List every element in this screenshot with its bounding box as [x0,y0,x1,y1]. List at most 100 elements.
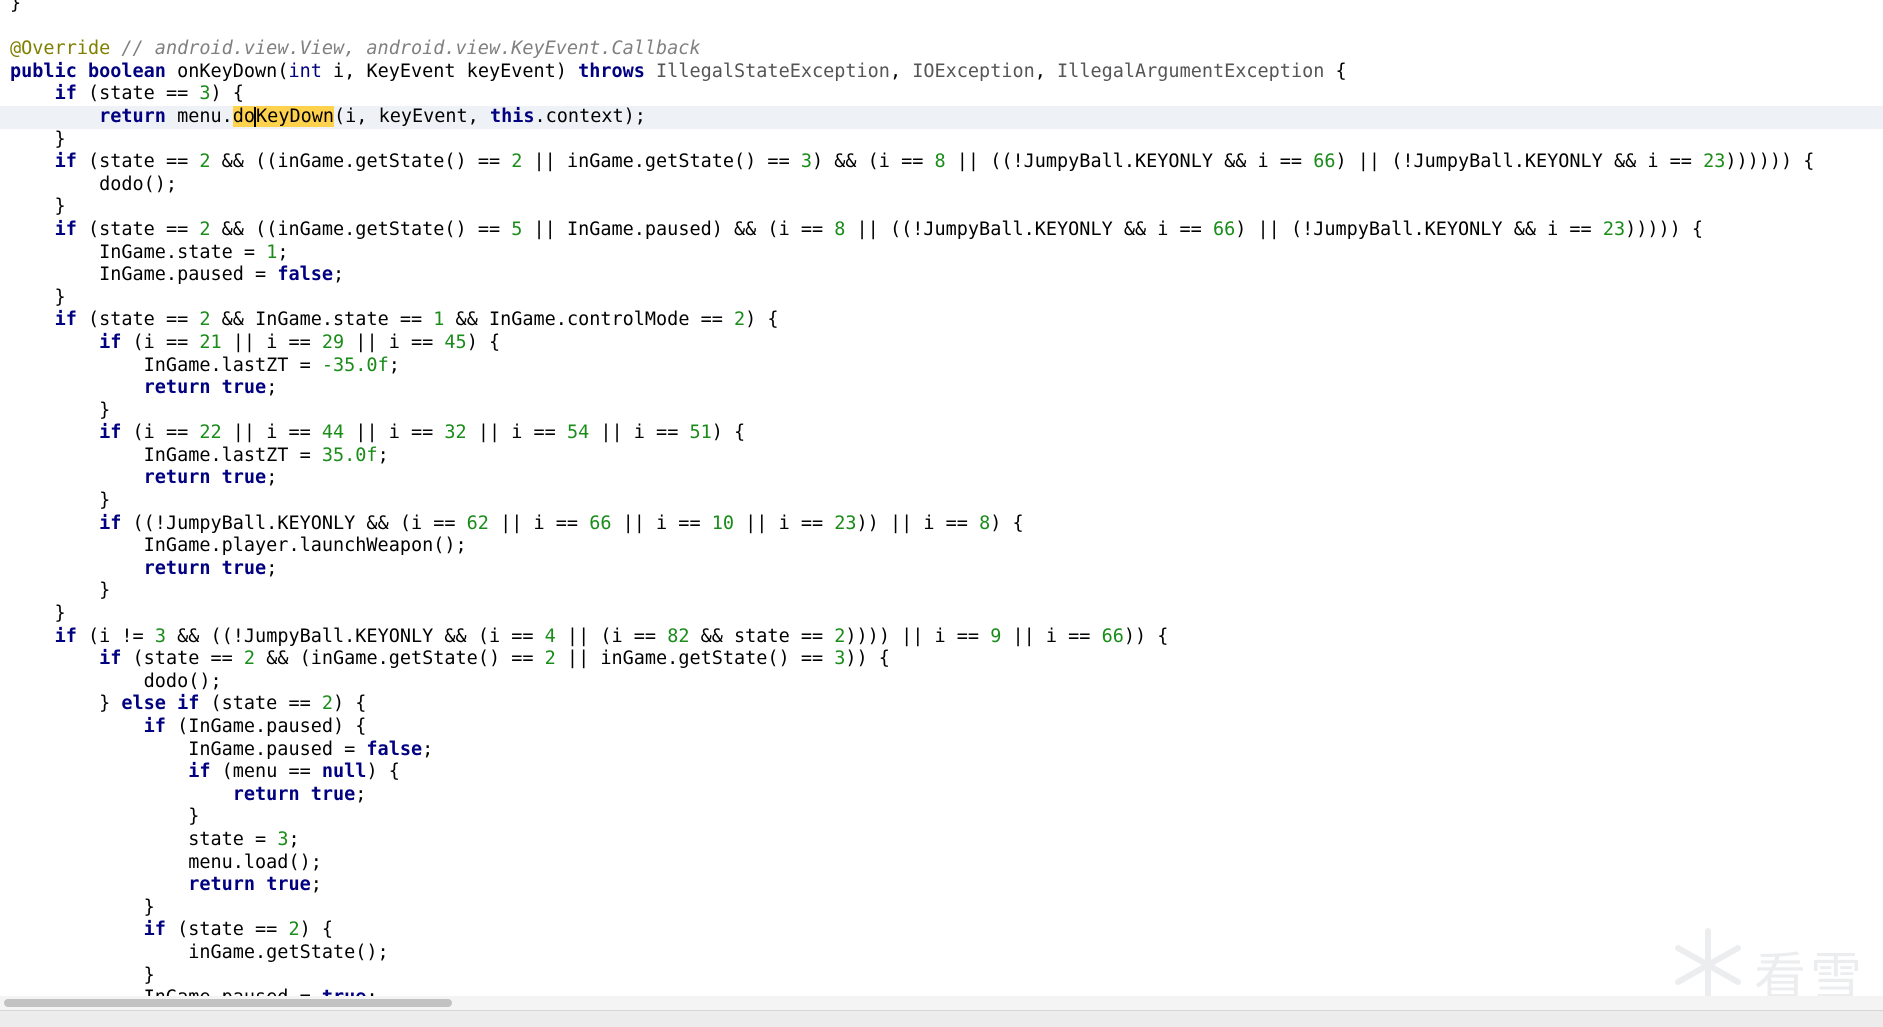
code-token: InGame.lastZT = [10,354,322,376]
code-line[interactable]: dodo(); [0,671,1883,694]
code-token: 2 [834,625,846,647]
code-line[interactable]: inGame.getState(); [0,942,1883,965]
code-line[interactable]: @Override // android.view.View, android.… [0,38,1883,61]
code-token: 5 [511,218,523,240]
code-line[interactable]: if (state == 2 && ((inGame.getState() ==… [0,219,1883,242]
code-token: 54 [566,422,590,444]
code-token: true [266,874,311,896]
code-line[interactable]: } [0,603,1883,626]
code-token: (state == [121,648,244,670]
code-line[interactable]: } [0,580,1883,603]
code-token: 66 [1101,625,1124,647]
code-token: && state == [689,625,835,647]
code-line[interactable]: return true; [0,377,1883,400]
highlighted-identifier: KeyDown [256,105,335,127]
code-line[interactable]: } [0,806,1883,829]
code-line[interactable]: if ((!JumpyBall.KEYONLY && (i == 62 || i… [0,513,1883,536]
code-token: return [188,874,256,896]
code-token: 51 [689,422,712,444]
code-token: (state == [76,218,200,240]
code-line[interactable]: } [0,490,1883,513]
code-line[interactable]: public boolean onKeyDown(int i, KeyEvent… [0,61,1883,84]
code-token: 2 [734,309,746,331]
code-line[interactable]: } [0,129,1883,152]
code-token: || i == [488,512,590,534]
code-token: ; [333,264,345,286]
code-line[interactable]: return true; [0,467,1883,490]
code-token: ) { [299,919,334,941]
code-editor[interactable]: } @Override // android.view.View, android… [0,0,1883,1027]
code-token: 45 [444,331,467,353]
code-token: { [1324,60,1347,82]
code-token: ) { [711,422,746,444]
code-line[interactable]: if (i == 22 || i == 44 || i == 32 || i =… [0,422,1883,445]
code-token: if [54,151,77,173]
code-token: menu.load(); [10,851,322,873]
code-line[interactable]: InGame.lastZT = -35.0f; [0,355,1883,378]
code-token: 44 [321,422,345,444]
code-token: 66 [1212,218,1236,240]
code-line[interactable]: InGame.player.launchWeapon(); [0,535,1883,558]
code-line[interactable]: } [0,897,1883,920]
code-line[interactable]: } else if (state == 2) { [0,693,1883,716]
code-token: )))) || i == [845,625,991,647]
code-line[interactable]: return true; [0,874,1883,897]
code-line[interactable]: return true; [0,784,1883,807]
code-line[interactable] [0,16,1883,39]
code-token: ; [422,738,434,760]
code-line[interactable]: return true; [0,558,1883,581]
code-token: 3 [277,828,289,850]
code-line[interactable]: InGame.lastZT = 35.0f; [0,445,1883,468]
code-token: true [221,467,267,489]
code-line[interactable]: } [0,400,1883,423]
watermark-logo: 看雪 [1668,925,1868,1008]
code-line[interactable]: if (state == 2 && InGame.state == 1 && I… [0,309,1883,332]
code-token: return [99,105,166,127]
code-token: || i == [221,331,322,353]
code-line[interactable]: menu.load(); [0,852,1883,875]
code-line[interactable]: } [0,287,1883,310]
code-token: 23 [1602,218,1626,240]
code-line[interactable]: } [0,0,1883,16]
code-line[interactable]: dodo(); [0,174,1883,197]
code-line[interactable]: if (i == 21 || i == 29 || i == 45) { [0,332,1883,355]
code-token: if [99,422,122,444]
code-line[interactable]: if (state == 2) { [0,919,1883,942]
code-line[interactable]: InGame.paused = false; [0,739,1883,762]
code-line[interactable]: } [0,965,1883,988]
code-line[interactable]: if (InGame.paused) { [0,716,1883,739]
code-token: || i == [344,331,445,353]
code-line[interactable]: if (state == 2 && ((inGame.getState() ==… [0,151,1883,174]
code-token: IOException [912,60,1035,82]
code-line[interactable]: if (state == 2 && (inGame.getState() == … [0,648,1883,671]
code-area[interactable]: } @Override // android.view.View, android… [0,0,1883,1010]
code-token: ) { [210,83,244,105]
code-token: if [188,761,211,783]
code-token: 22 [199,422,222,444]
code-line[interactable]: InGame.state = 1; [0,242,1883,265]
code-token: } [10,128,66,150]
code-line[interactable]: if (state == 3) { [0,83,1883,106]
code-token: ) { [466,331,501,353]
code-line[interactable]: state = 3; [0,829,1883,852]
code-token: state = [10,828,278,850]
code-line-current[interactable]: return menu.doKeyDown(i, keyEvent, this.… [0,105,1883,129]
code-line[interactable]: if (i != 3 && ((!JumpyBall.KEYONLY && (i… [0,626,1883,649]
code-line[interactable]: if (menu == null) { [0,761,1883,784]
code-token: 2 [511,151,523,173]
horizontal-scrollbar-thumb[interactable] [4,999,452,1007]
code-line[interactable]: InGame.paused = false; [0,264,1883,287]
code-line[interactable]: } [0,196,1883,219]
horizontal-scrollbar[interactable] [0,996,1883,1010]
code-token: 1 [433,309,445,331]
